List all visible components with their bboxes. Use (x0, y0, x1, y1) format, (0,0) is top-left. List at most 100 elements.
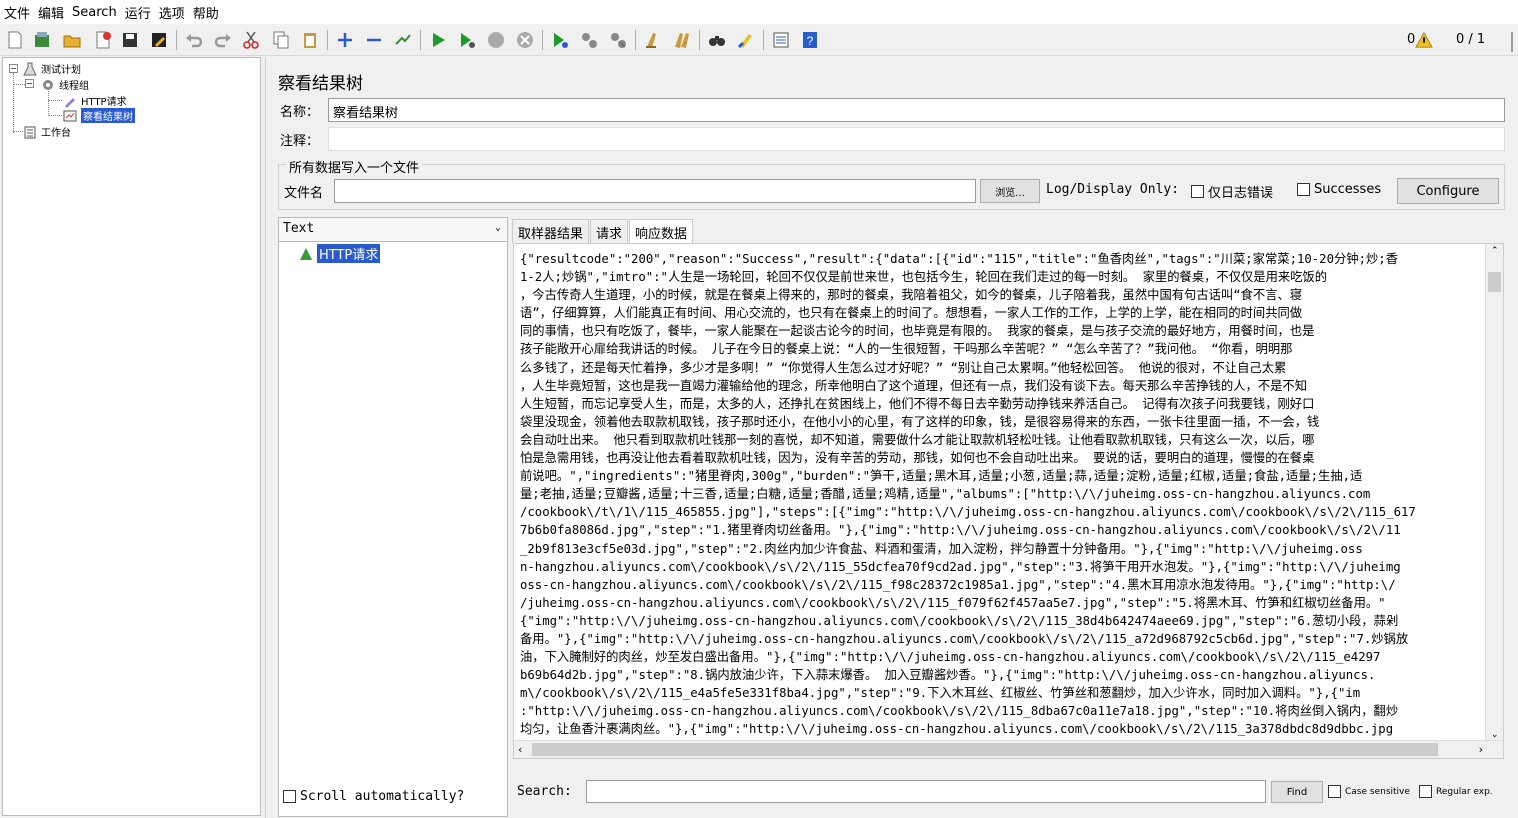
browse-button[interactable]: 浏览... (980, 179, 1040, 203)
response-line: 油，下入腌制好的肉丝，炒至发白盛出备用。"},{"img":"http:\/\/… (520, 650, 1381, 665)
open-icon[interactable] (61, 29, 83, 51)
response-line: 前说吧。","ingredients":"猪里脊肉,300g","burden"… (520, 469, 1363, 484)
pipette-icon (65, 97, 75, 108)
clear-all-icon[interactable] (671, 29, 693, 51)
tree-node-workbench[interactable]: 工作台 (23, 124, 71, 139)
start-no-pause-icon[interactable] (456, 29, 478, 51)
function-helper-icon[interactable] (770, 29, 792, 51)
tree-node-test-plan[interactable]: 测试计划 (23, 61, 81, 76)
reset-search-icon[interactable] (735, 29, 757, 51)
shutdown-icon[interactable] (514, 29, 536, 51)
redo-icon[interactable] (212, 29, 234, 51)
remote-exit-icon[interactable] (607, 29, 629, 51)
scroll-left-icon[interactable]: ‹ (518, 743, 522, 756)
response-line: :"http:\/\/juheimg.oss-cn-hangzhou.aliyu… (520, 704, 1399, 719)
result-tabs: 取样器结果 请求 响应数据 (512, 219, 694, 243)
response-line: 会自动吐出来。 他只看到取款机吐钱那一刻的喜悦，却不知道，需要做什么才能让取款机… (520, 432, 1315, 447)
response-line: n-hangzhou.aliyuncs.com\/cookbook\/s\/2\… (520, 559, 1401, 574)
find-button[interactable]: Find (1271, 781, 1323, 803)
save-as-icon[interactable] (148, 29, 170, 51)
response-line: 量;老抽,适量;豆瓣酱,适量;十三香,适量;白糖,适量;香醋,适量;鸡精,适量"… (520, 487, 1371, 502)
tab-sampler-result[interactable]: 取样器结果 (512, 219, 590, 243)
expand-icon[interactable] (334, 29, 356, 51)
scroll-thumb[interactable] (1488, 272, 1501, 292)
stop-icon[interactable] (485, 29, 507, 51)
scroll-auto-checkbox[interactable]: Scroll automatically? (283, 789, 464, 804)
templates-icon[interactable] (31, 29, 53, 51)
response-line: 语”，仔细算算，人们能真正有时间、用心交流的，也只有在餐桌上的时间了。想想看，一… (520, 306, 1303, 321)
menu-options[interactable]: 选项 (159, 3, 185, 22)
successes-checkbox[interactable]: Successes (1297, 182, 1381, 197)
sample-item[interactable]: HTTP请求 (299, 244, 381, 263)
menu-file[interactable]: 文件 (4, 3, 30, 22)
search-icon[interactable] (706, 29, 728, 51)
log-display-label: Log/Display Only: (1046, 182, 1180, 197)
remote-start-icon[interactable] (549, 29, 571, 51)
response-line: /cookbook\/t\/1\/115_465855.jpg"],"steps… (520, 505, 1416, 520)
horizontal-scrollbar[interactable]: ‹ › (514, 740, 1503, 758)
start-icon[interactable] (427, 29, 449, 51)
response-line: 袋里没现金，领着他去取款机取钱，孩子那时还小，在他小小的心里，有了这样的印象，钱… (520, 414, 1320, 429)
menu-run[interactable]: 运行 (125, 3, 151, 22)
response-data-area[interactable]: {"resultcode":"200","reason":"Success","… (513, 243, 1504, 759)
configure-button[interactable]: Configure (1397, 178, 1499, 204)
result-tree-panel: 察看结果树 名称： 察看结果树 注释： 所有数据写入一个文件 文件名 浏览...… (265, 57, 1518, 818)
response-line: 同的事情，也只有吃饭了，餐毕，一家人能聚在一起谈古论今的时间，也毕竟是有限的。 … (520, 324, 1315, 339)
vertical-scrollbar[interactable]: ⌃ ⌄ (1485, 244, 1503, 742)
toggle-icon[interactable] (392, 29, 414, 51)
tab-response-data[interactable]: 响应数据 (629, 219, 694, 243)
response-line: ，人生毕竟短暂，这也是我一直竭力灌输给他的理念，所幸他明白了这个道理，但还有一点… (520, 378, 1308, 393)
test-plan-tree[interactable]: − 测试计划 − 线程组 HTTP请求 察看结果树 工作台 (2, 57, 261, 816)
scroll-down-icon[interactable]: ⌄ (1491, 730, 1499, 740)
clear-icon[interactable] (642, 29, 664, 51)
tree-node-result-tree[interactable]: 察看结果树 (63, 108, 135, 123)
filename-field[interactable] (334, 179, 976, 203)
menu-help[interactable]: 帮助 (193, 3, 219, 22)
scroll-right-icon[interactable]: › (1479, 743, 1483, 756)
tree-node-http-request[interactable]: HTTP请求 (63, 93, 127, 108)
case-sensitive-checkbox[interactable]: Case sensitive (1328, 785, 1410, 798)
new-icon[interactable] (4, 29, 26, 51)
copy-icon[interactable] (270, 29, 292, 51)
menu-bar: 文件 编辑 Search 运行 选项 帮助 (0, 0, 1518, 24)
response-line: _2b9f813e3cf5e03d.jpg","step":"2.肉丝内加少许食… (520, 541, 1363, 556)
response-line: 7b6b0fa8086d.jpg","step":"1.猪里脊肉切丝备用。"},… (520, 523, 1401, 538)
undo-icon[interactable] (183, 29, 205, 51)
menu-edit[interactable]: 编辑 (38, 3, 64, 22)
renderer-select[interactable]: Text ⌄ (279, 218, 507, 242)
search-input[interactable] (586, 780, 1266, 803)
regex-checkbox[interactable]: Regular exp. (1419, 785, 1493, 798)
response-text[interactable]: {"resultcode":"200","reason":"Success","… (520, 250, 1484, 750)
comment-field[interactable] (328, 127, 1505, 151)
comment-label: 注释： (280, 134, 320, 149)
hscroll-thumb[interactable] (532, 743, 1438, 756)
response-line: 怕是急需用钱，也再没让他去看着取款机吐钱，因为，没有辛苦的劳动，那钱，如何也不会… (520, 451, 1315, 466)
save-icon[interactable] (119, 29, 141, 51)
warning-icon[interactable] (1415, 31, 1433, 49)
toolbar-grip (1511, 32, 1513, 52)
close-icon[interactable] (92, 29, 114, 51)
collapse-toggle[interactable]: − (25, 79, 34, 88)
response-line: {"resultcode":"200","reason":"Success","… (520, 252, 1398, 266)
collapse-toggle[interactable]: − (9, 64, 18, 73)
response-line: m\/cookbook\/s\/2\/115_e4a5fe5e331f8ba4.… (520, 686, 1361, 701)
help-icon[interactable]: ? (799, 29, 821, 51)
name-field[interactable]: 察看结果树 (328, 98, 1505, 122)
scroll-up-icon[interactable]: ⌃ (1491, 246, 1499, 256)
chevron-down-icon: ⌄ (494, 222, 501, 233)
sample-list[interactable]: Text ⌄ HTTP请求 (278, 217, 508, 817)
response-line: 么多钱了，还是每天忙着挣，多少才是多啊！” “你觉得人生怎么过才好呢？” “别让… (520, 360, 1287, 375)
paste-icon[interactable] (299, 29, 321, 51)
errors-only-checkbox[interactable]: 仅日志错误 (1191, 182, 1273, 201)
page-title: 察看结果树 (278, 74, 363, 94)
svg-text:?: ? (807, 34, 814, 48)
tab-request[interactable]: 请求 (590, 219, 629, 243)
collapse-icon[interactable] (363, 29, 385, 51)
response-line: ，今古传奇人生道理，小的时候，就是在餐桌上得来的，那时的餐桌，我陪着祖父，如今的… (520, 288, 1303, 303)
cut-icon[interactable] (240, 29, 262, 51)
response-line: 孩子能敞开心扉给我讲话的时候。 儿子在今日的餐桌上说：“人的一生很短暂，干吗那么… (520, 342, 1293, 357)
menu-search[interactable]: Search (72, 5, 117, 20)
remote-stop-icon[interactable] (578, 29, 600, 51)
response-line: 备用。"},{"img":"http:\/\/juheimg.oss-cn-ha… (520, 631, 1409, 646)
flask-icon (23, 62, 37, 75)
